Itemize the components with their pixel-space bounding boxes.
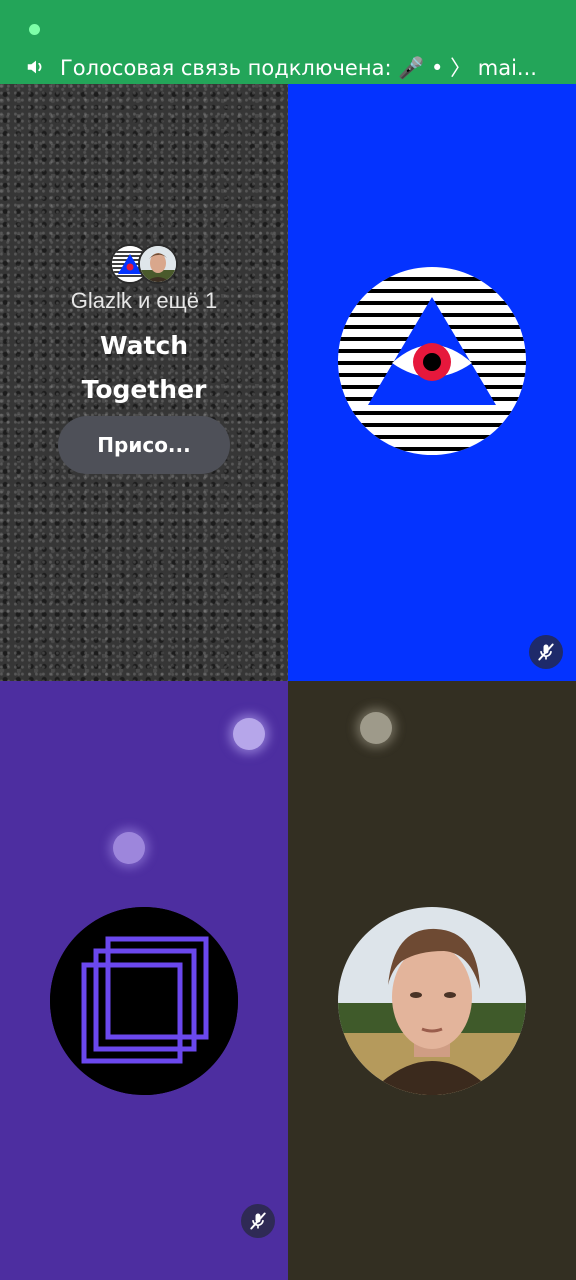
watch-together-tile[interactable]: Glazlk и ещё 1 Watch Together Присо... xyxy=(0,84,288,681)
squares-user-tile[interactable] xyxy=(0,681,288,1280)
bubble-decoration xyxy=(233,718,265,750)
bubble-decoration xyxy=(113,832,145,864)
purple-squares-avatar xyxy=(50,907,238,1095)
muted-mic-icon xyxy=(529,635,563,669)
activity-title: Watch Together xyxy=(0,324,288,412)
join-activity-button[interactable]: Присо... xyxy=(58,416,230,474)
muted-mic-icon xyxy=(241,1204,275,1238)
activity-info: Glazlk и ещё 1 Watch Together xyxy=(0,244,288,412)
activity-title-line2: Together xyxy=(81,375,207,404)
photo-avatar-small xyxy=(138,244,178,284)
activity-avatars xyxy=(0,244,288,284)
voice-status-text: Голосовая связь подключена: 🎤 • 〉 mai... xyxy=(60,56,537,80)
photo-user-tile[interactable] xyxy=(288,681,576,1280)
bubble-decoration xyxy=(360,712,392,744)
activity-title-line1: Watch xyxy=(99,331,189,360)
photo-avatar xyxy=(338,907,526,1095)
activity-participants: Glazlk и ещё 1 xyxy=(70,288,218,313)
eye-user-tile[interactable] xyxy=(288,84,576,681)
voice-status-row[interactable]: Голосовая связь подключена: 🎤 • 〉 mai... xyxy=(24,50,566,84)
speaker-icon xyxy=(24,55,48,79)
voice-connected-bar[interactable]: Голосовая связь подключена: 🎤 • 〉 mai... xyxy=(0,0,576,84)
connection-status-dot xyxy=(29,24,40,35)
eye-triangle-avatar xyxy=(338,267,526,455)
